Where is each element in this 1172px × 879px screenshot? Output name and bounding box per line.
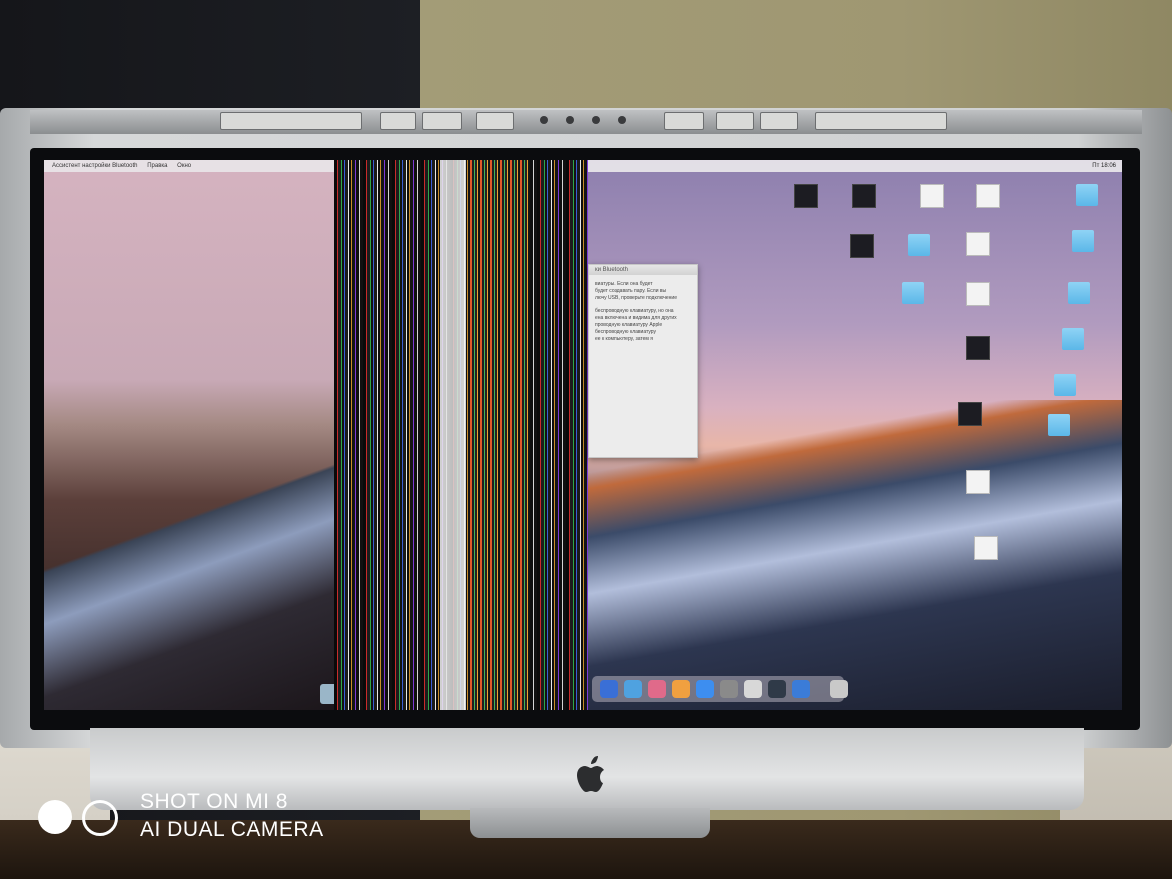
dock-icon (720, 680, 738, 698)
bracket (760, 112, 798, 130)
dock-icon (648, 680, 666, 698)
dock-icon (696, 680, 714, 698)
watermark-lens-icon (82, 800, 118, 836)
dialog-text: ена включена и видима для других (595, 315, 677, 321)
bracket (380, 112, 416, 130)
screw (618, 116, 626, 124)
document-icon (966, 232, 990, 256)
folder-icon (908, 234, 930, 256)
folder-icon (1076, 184, 1098, 206)
bracket (716, 112, 754, 130)
screw (566, 116, 574, 124)
white-band-artifact (440, 160, 466, 710)
bluetooth-assistant-window: ки Bluetooth виатуры. Если она будет буд… (588, 264, 698, 458)
document-icon (850, 234, 874, 258)
document-icon (966, 470, 990, 494)
imac-top-bracket-bar (30, 110, 1142, 134)
folder-icon (1068, 282, 1090, 304)
imac-stand (470, 808, 710, 838)
bracket (220, 112, 362, 130)
watermark-lens-icon (38, 800, 72, 834)
menubar-left: Ассистент настройки Bluetooth Правка Окн… (44, 160, 334, 172)
dock-icon (600, 680, 618, 698)
menu-item: Окно (177, 163, 192, 169)
folder-icon (1072, 230, 1094, 252)
dialog-text: проводную клавиатуру Apple (595, 322, 663, 328)
watermark-line-1: SHOT ON MI 8 (140, 790, 288, 813)
screw (540, 116, 548, 124)
document-icon (794, 184, 818, 208)
folder-icon (1054, 374, 1076, 396)
folder-icon (1062, 328, 1084, 350)
document-icon (966, 336, 990, 360)
watermark-line-2: AI DUAL CAMERA (140, 818, 324, 841)
document-icon (852, 184, 876, 208)
dock-icon (768, 680, 786, 698)
bracket (815, 112, 947, 130)
dialog-text: будет создавать пару. Если вы (595, 288, 667, 294)
dock-icon (672, 680, 690, 698)
document-icon (966, 282, 990, 306)
color-band-artifact (470, 160, 530, 710)
folder-icon (902, 282, 924, 304)
trash-icon (830, 680, 848, 698)
screen-left-panel (44, 160, 334, 710)
mountain-left (44, 460, 334, 710)
document-icon (974, 536, 998, 560)
document-icon (920, 184, 944, 208)
bracket (476, 112, 514, 130)
menubar-right (588, 160, 1122, 172)
dock-icon (744, 680, 762, 698)
apple-logo-icon (577, 756, 604, 792)
menu-item: Ассистент настройки Bluetooth (52, 163, 138, 169)
dialog-text: ее к компьютеру, затем я (595, 336, 653, 342)
document-icon (976, 184, 1000, 208)
bracket (422, 112, 462, 130)
dialog-text: беспроводную клавиатуру, но она (595, 308, 674, 314)
screw (592, 116, 600, 124)
dialog-text: виатуры. Если она будет (595, 281, 653, 287)
dialog-text: беспроводную клавиатуру (595, 329, 657, 335)
menubar-clock: Пт 18:06 (1092, 163, 1116, 169)
menu-item: Правка (147, 163, 168, 169)
dialog-text: лючу USB, проверьте подключение (595, 295, 677, 301)
bracket (664, 112, 704, 130)
document-icon (958, 402, 982, 426)
folder-icon (1048, 414, 1070, 436)
window-title: ки Bluetooth (589, 265, 697, 275)
dock-icon (792, 680, 810, 698)
dock-icon (624, 680, 642, 698)
